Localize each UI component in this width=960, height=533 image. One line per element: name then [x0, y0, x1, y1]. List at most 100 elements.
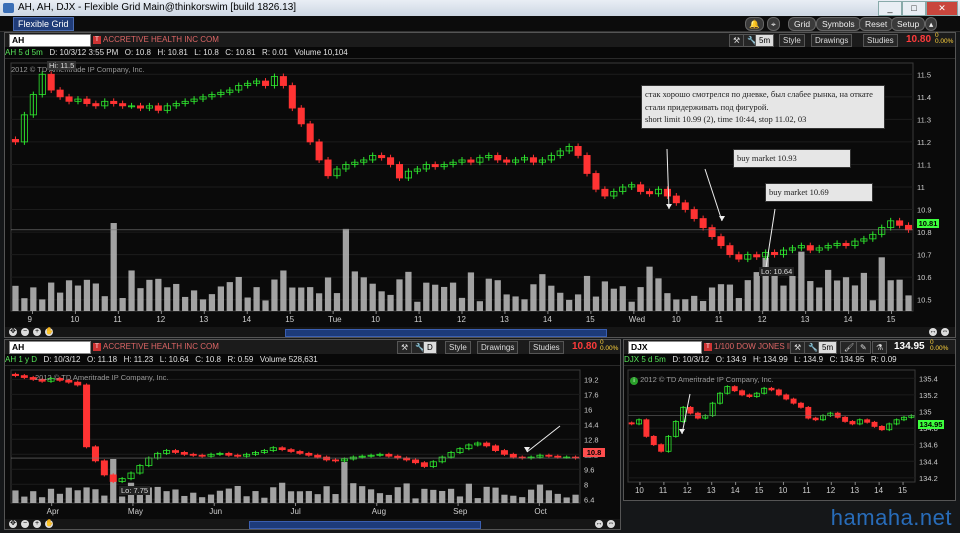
scroll-thumb[interactable]	[249, 521, 481, 529]
chart-scrollbar[interactable]: ✥ − + ✋ ↔ ⇔	[5, 519, 620, 529]
fit-icon[interactable]: ↔	[595, 520, 603, 528]
volume-bar	[101, 495, 108, 503]
hand-icon[interactable]: ✋	[45, 328, 54, 336]
x-tick-label: 13	[801, 315, 810, 324]
tools-icon[interactable]: ⚒	[729, 34, 745, 47]
y-tick-label: 6.4	[584, 495, 594, 504]
drawings-button[interactable]: Drawings	[477, 341, 519, 354]
tools-icon[interactable]: ⚒	[397, 341, 413, 354]
pan-icon[interactable]: ✥	[9, 328, 17, 336]
studies-button[interactable]: Studies	[863, 34, 898, 47]
x-tick-label: 10	[672, 315, 681, 324]
info-study: AH 1 y D	[5, 355, 38, 364]
candle-body	[790, 398, 797, 404]
close-button[interactable]: ✕	[926, 1, 958, 16]
drawings-icon[interactable]: ✎	[856, 341, 871, 354]
volume-bar	[521, 299, 528, 311]
volume-bar	[447, 488, 455, 503]
zoom-in-icon[interactable]: +	[33, 520, 41, 528]
candle-body	[198, 454, 206, 457]
volume-bar	[360, 277, 367, 311]
price-marker: 10.81	[917, 219, 939, 228]
candle-body	[315, 141, 323, 161]
candle-body	[154, 105, 162, 111]
candle-body	[11, 139, 19, 143]
volume-bar	[74, 490, 81, 503]
timeframe-button[interactable]: 5m	[755, 34, 775, 47]
candle-body	[746, 394, 753, 397]
candle-body	[261, 80, 270, 86]
candle-body	[554, 455, 562, 458]
timeframe-button[interactable]: 5m	[818, 341, 838, 354]
volume-bar	[439, 490, 446, 503]
volume-bar	[735, 298, 742, 311]
y-tick-label: 8	[584, 480, 588, 489]
candle-body	[805, 406, 812, 419]
volume-bar	[12, 285, 19, 311]
hand-icon[interactable]: ✋	[45, 520, 54, 528]
fit-icon[interactable]: ↔	[929, 328, 937, 336]
volume-bar	[56, 292, 64, 311]
reset-button[interactable]: Reset	[859, 17, 894, 31]
expand-icon[interactable]: ⇔	[607, 520, 615, 528]
chart-canvas-djx[interactable]: 135.4135.2135134.8134.6134.4134.21011121…	[624, 366, 953, 498]
volume-bar	[182, 296, 189, 311]
style-button[interactable]: Style	[779, 34, 805, 47]
y-tick-label: 134.2	[919, 474, 938, 483]
volume-bar	[458, 297, 466, 311]
candle-body	[637, 184, 645, 192]
grid-button[interactable]: Grid	[788, 17, 817, 31]
volume-bar	[65, 280, 73, 311]
zoom-out-icon[interactable]: −	[21, 520, 29, 528]
maximize-button[interactable]: □	[902, 1, 926, 16]
candle-body	[529, 157, 537, 163]
volume-bar	[574, 294, 582, 311]
pin-icon[interactable]: ⌖	[767, 17, 780, 31]
symbol-input[interactable]: AH	[9, 34, 91, 47]
info-low: L: 134.9	[794, 355, 824, 364]
studies-icon[interactable]: ⚗	[872, 341, 888, 354]
x-tick-label: 15	[285, 315, 294, 324]
last-price: 10.80	[572, 341, 598, 352]
candle-body	[690, 209, 698, 219]
chart-canvas-daily[interactable]: 19.217.61614.412.811.29.686.4AprMayJunJu…	[5, 366, 618, 519]
studies-button[interactable]: Studies	[529, 341, 564, 354]
symbol-input[interactable]: DJX	[628, 341, 702, 354]
volume-bar	[851, 285, 859, 311]
volume-bar	[673, 299, 680, 311]
zoom-out-icon[interactable]: −	[21, 328, 29, 336]
candle-body	[717, 236, 725, 247]
setup-button[interactable]: Setup	[891, 17, 926, 31]
volume-bar	[271, 279, 278, 311]
bell-icon[interactable]: 🔔	[745, 17, 764, 31]
volume-bar	[47, 488, 55, 503]
tab-flexible-grid[interactable]: Flexible Grid	[13, 17, 74, 31]
candle-body	[110, 100, 118, 104]
candle-body	[412, 459, 420, 464]
symbols-button[interactable]: Symbols	[816, 17, 861, 31]
candle-body	[812, 417, 819, 421]
tools-icon[interactable]: ⚒	[790, 341, 806, 354]
info-open: O: 134.9	[715, 355, 747, 364]
zoom-in-icon[interactable]: +	[33, 328, 41, 336]
drawings-button[interactable]: Drawings	[811, 34, 853, 47]
x-tick-label: 12	[457, 315, 466, 324]
candle-body	[171, 450, 179, 453]
volume-bar	[378, 291, 385, 311]
timeframe-button[interactable]: D	[423, 341, 437, 354]
style-button[interactable]: Style	[445, 341, 471, 354]
candle-body	[324, 159, 332, 177]
info-volume: Volume 10,104	[294, 48, 348, 57]
collapse-icon[interactable]: ▴	[925, 17, 938, 31]
candle-body	[771, 251, 779, 256]
symbol-input[interactable]: AH	[9, 341, 91, 354]
minimize-button[interactable]: _	[878, 1, 902, 16]
volume-bar	[527, 489, 535, 503]
candle-body	[583, 155, 591, 174]
pan-icon[interactable]: ✥	[9, 520, 17, 528]
scroll-thumb[interactable]	[285, 329, 607, 337]
expand-icon[interactable]: ⇔	[941, 328, 949, 336]
chart-scrollbar[interactable]: ✥ − + ✋ ↔ ⇔	[5, 327, 955, 337]
flag-icon: T	[704, 342, 712, 351]
annotation-arrow	[666, 148, 670, 210]
